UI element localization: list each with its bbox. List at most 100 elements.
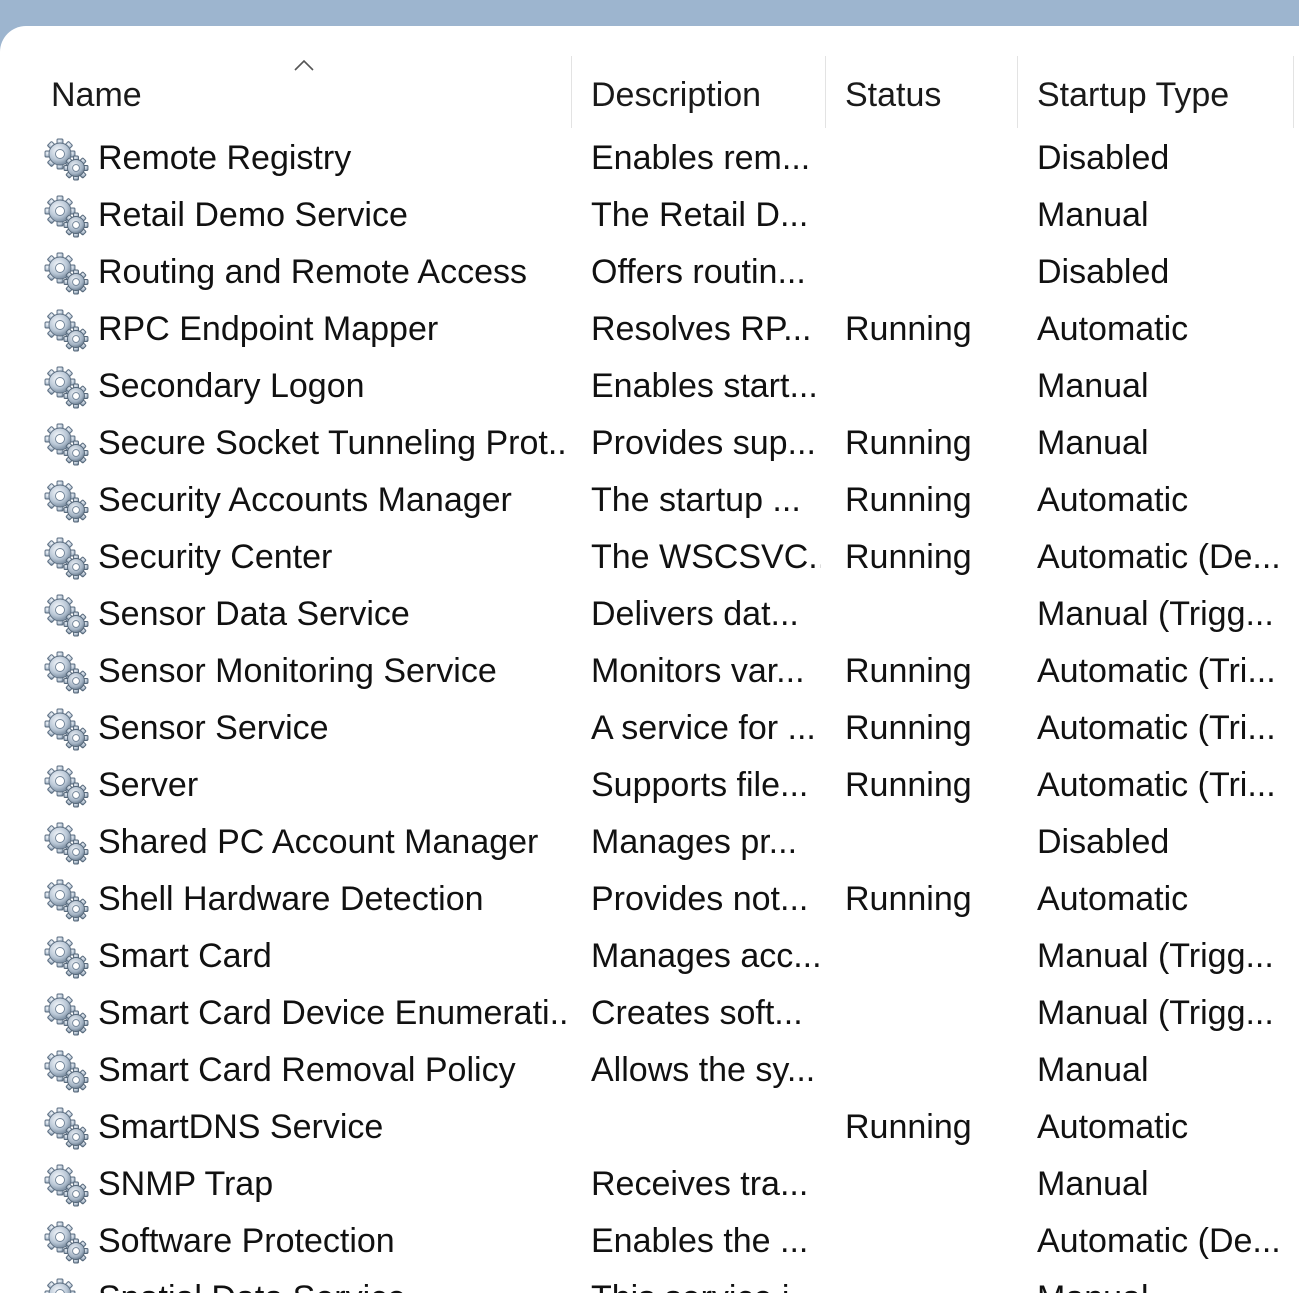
table-row[interactable]: Shell Hardware Detection Provides not... R… [0,871,1299,928]
service-description-cell: The WSCSVC... [591,538,821,576]
service-description-cell: Resolves RP... [591,310,812,348]
service-name-cell: Shared PC Account Manager [98,823,539,861]
table-row[interactable]: Smart Card Manages acc... Manual (Trigg... [0,928,1299,985]
service-gear-icon [44,195,90,239]
service-gear-icon [44,480,90,524]
service-description-cell: Enables the ... [591,1222,809,1260]
column-header-name[interactable]: Name [51,70,142,120]
service-name-cell: SNMP Trap [98,1165,274,1203]
service-status-cell: Running [845,1108,972,1146]
table-row[interactable]: Secure Socket Tunneling Prot... Provides … [0,415,1299,472]
service-startup-type-cell: Manual [1037,367,1149,405]
service-status-cell [845,187,1010,244]
service-name-cell: Security Center [98,538,333,576]
service-status-cell: Running [845,481,972,519]
service-name-cell: Security Accounts Manager [98,481,512,519]
service-status-cell: Running [845,424,972,462]
service-startup-type-cell: Automatic [1037,310,1189,348]
service-gear-icon [44,993,90,1037]
column-divider[interactable] [571,56,572,128]
service-name-cell: Secure Socket Tunneling Prot... [98,424,568,462]
table-row[interactable]: Smart Card Device Enumerati... Creates so… [0,985,1299,1042]
column-divider[interactable] [1293,56,1294,128]
service-gear-icon [44,138,90,182]
service-startup-type-cell: Automatic (De... [1037,1222,1281,1260]
service-status-cell: Running [845,310,972,348]
table-row[interactable]: Security Center The WSCSVC... Running Autom… [0,529,1299,586]
service-startup-type-cell: Automatic (De... [1037,538,1281,576]
service-gear-icon [44,708,90,752]
service-name-cell: Sensor Service [98,709,329,747]
service-startup-type-cell: Manual [1037,1051,1149,1089]
table-row[interactable]: SmartDNS Service Running Automatic [0,1099,1299,1156]
service-startup-type-cell: Disabled [1037,139,1170,177]
table-row[interactable]: Sensor Monitoring Service Monitors var...… [0,643,1299,700]
service-status-cell [845,1156,1010,1213]
service-gear-icon [44,1278,90,1293]
service-description-cell: The Retail D... [591,196,809,234]
service-description-cell: Enables rem... [591,139,811,177]
table-row[interactable]: Server Supports file... Running Automatic (… [0,757,1299,814]
table-row[interactable]: Software Protection Enables the ... Automa… [0,1213,1299,1270]
service-name-cell: Retail Demo Service [98,196,408,234]
service-gear-icon [44,1107,90,1151]
table-row[interactable]: SNMP Trap Receives tra... Manual [0,1156,1299,1213]
service-status-cell [845,130,1010,187]
service-status-cell [845,586,1010,643]
service-status-cell: Running [845,880,972,918]
service-status-cell [845,1042,1010,1099]
service-status-cell [845,985,1010,1042]
service-description-cell: A service for ... [591,709,816,747]
table-row[interactable]: Routing and Remote Access Offers routin..… [0,244,1299,301]
table-row[interactable]: Smart Card Removal Policy Allows the sy..… [0,1042,1299,1099]
service-status-cell [845,358,1010,415]
column-divider[interactable] [825,56,826,128]
table-row[interactable]: Remote Registry Enables rem... Disabled [0,130,1299,187]
service-gear-icon [44,366,90,410]
service-description-cell: The startup ... [591,481,801,519]
service-description-cell: Creates soft... [591,994,803,1032]
service-startup-type-cell: Disabled [1037,253,1170,291]
service-description-cell: Monitors var... [591,652,805,690]
services-list-panel: Name Description Status Startup Type Rem… [0,26,1299,1293]
table-row[interactable]: Spatial Data Service This service i... Man… [0,1270,1299,1293]
service-gear-icon [44,594,90,638]
service-gear-icon [44,879,90,923]
service-name-cell: Shell Hardware Detection [98,880,484,918]
service-startup-type-cell: Automatic (Tri... [1037,709,1276,747]
table-row[interactable]: Secondary Logon Enables start... Manual [0,358,1299,415]
service-startup-type-cell: Automatic [1037,880,1189,918]
service-startup-type-cell: Automatic [1037,1108,1189,1146]
service-startup-type-cell: Disabled [1037,823,1170,861]
table-row[interactable]: Security Accounts Manager The startup ...… [0,472,1299,529]
service-name-cell: RPC Endpoint Mapper [98,310,439,348]
service-status-cell [845,928,1010,985]
service-description-cell: Delivers dat... [591,595,799,633]
column-header-status[interactable]: Status [845,70,941,120]
table-row[interactable]: Retail Demo Service The Retail D... Manual [0,187,1299,244]
column-header-row: Name Description Status Startup Type [0,26,1299,130]
column-header-description[interactable]: Description [591,70,761,120]
service-startup-type-cell: Manual [1037,1165,1149,1203]
service-name-cell: Remote Registry [98,139,352,177]
service-status-cell [845,814,1010,871]
service-name-cell: Spatial Data Service [98,1270,568,1293]
column-header-startup-type[interactable]: Startup Type [1037,70,1229,120]
service-gear-icon [44,252,90,296]
service-startup-type-cell: Manual (Trigg... [1037,994,1274,1032]
service-gear-icon [44,765,90,809]
table-row[interactable]: Sensor Data Service Delivers dat... Manual… [0,586,1299,643]
table-row[interactable]: Sensor Service A service for ... Running Au… [0,700,1299,757]
service-gear-icon [44,423,90,467]
service-description-cell: Allows the sy... [591,1051,816,1089]
service-startup-type-cell: Manual [1037,424,1149,462]
service-status-cell [845,1213,1010,1270]
service-description-cell: Enables start... [591,367,818,405]
service-status-cell: Running [845,709,972,747]
column-divider[interactable] [1017,56,1018,128]
service-startup-type-cell: Manual [1037,1270,1299,1293]
service-gear-icon [44,822,90,866]
table-row[interactable]: RPC Endpoint Mapper Resolves RP... Running… [0,301,1299,358]
table-row[interactable]: Shared PC Account Manager Manages pr... Di… [0,814,1299,871]
service-name-cell: Smart Card Removal Policy [98,1051,516,1089]
